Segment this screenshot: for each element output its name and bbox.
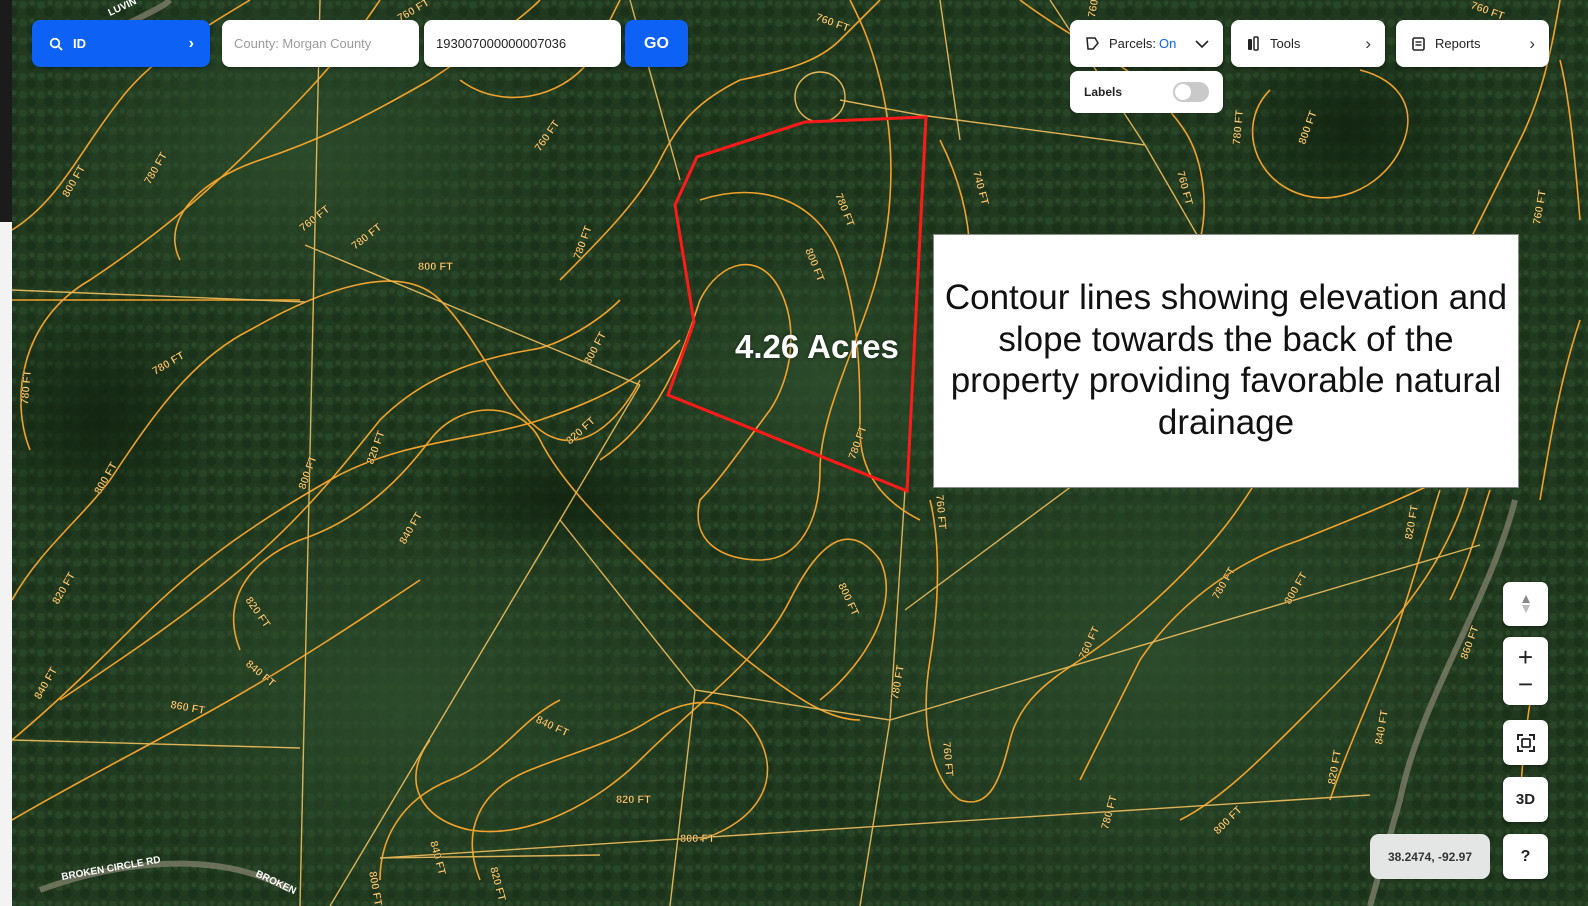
search-type-label: ID: [73, 36, 86, 51]
parcels-state: On: [1158, 36, 1177, 51]
labels-toggle[interactable]: [1173, 82, 1209, 102]
contour-label: 800 FT: [680, 833, 715, 845]
chevron-right-icon: ›: [188, 34, 194, 52]
left-edge-strip: [0, 0, 12, 906]
fit-bounds-icon: [1516, 733, 1535, 752]
compass-button[interactable]: [1503, 582, 1548, 626]
annotation-box: Contour lines showing elevation and slop…: [933, 234, 1519, 488]
parcel-id-input[interactable]: 193007000000007036: [424, 20, 621, 67]
coordinates-readout: 38.2474, -92.97: [1370, 834, 1490, 879]
annotation-text: Contour lines showing elevation and slop…: [944, 278, 1508, 442]
chevron-down-icon: [1195, 34, 1209, 54]
chevron-right-icon: ›: [1365, 33, 1371, 53]
tools-label: Tools: [1270, 36, 1301, 51]
contour-label: 800 FT: [418, 261, 453, 273]
minus-icon[interactable]: −: [1518, 671, 1533, 698]
labels-toggle-row: Labels: [1070, 71, 1223, 113]
county-input[interactable]: County: Morgan County: [222, 20, 419, 67]
parcels-layer-dropdown[interactable]: Parcels: On: [1070, 20, 1223, 67]
zoom-controls: + −: [1503, 637, 1548, 705]
reports-icon: [1410, 36, 1426, 52]
parcel-acreage-label: 4.26 Acres: [735, 328, 899, 365]
view-3d-button[interactable]: 3D: [1503, 777, 1548, 822]
compass-icon: [1521, 595, 1530, 613]
search-type-button[interactable]: ID ›: [32, 20, 210, 67]
reports-label: Reports: [1435, 36, 1481, 51]
labels-label: Labels: [1084, 85, 1123, 99]
fit-bounds-button[interactable]: [1503, 720, 1548, 765]
parcel-shape-icon: [1084, 36, 1100, 52]
chevron-right-icon: ›: [1529, 33, 1535, 53]
contour-label: 820 FT: [616, 794, 651, 806]
parcels-label: Parcels:: [1109, 36, 1156, 51]
reports-button[interactable]: Reports ›: [1396, 20, 1549, 67]
go-button[interactable]: GO: [625, 20, 688, 67]
search-icon: [48, 36, 64, 52]
help-button[interactable]: ?: [1503, 834, 1548, 879]
tools-button[interactable]: Tools ›: [1231, 20, 1385, 67]
tools-icon: [1245, 36, 1261, 52]
plus-icon[interactable]: +: [1518, 644, 1533, 671]
